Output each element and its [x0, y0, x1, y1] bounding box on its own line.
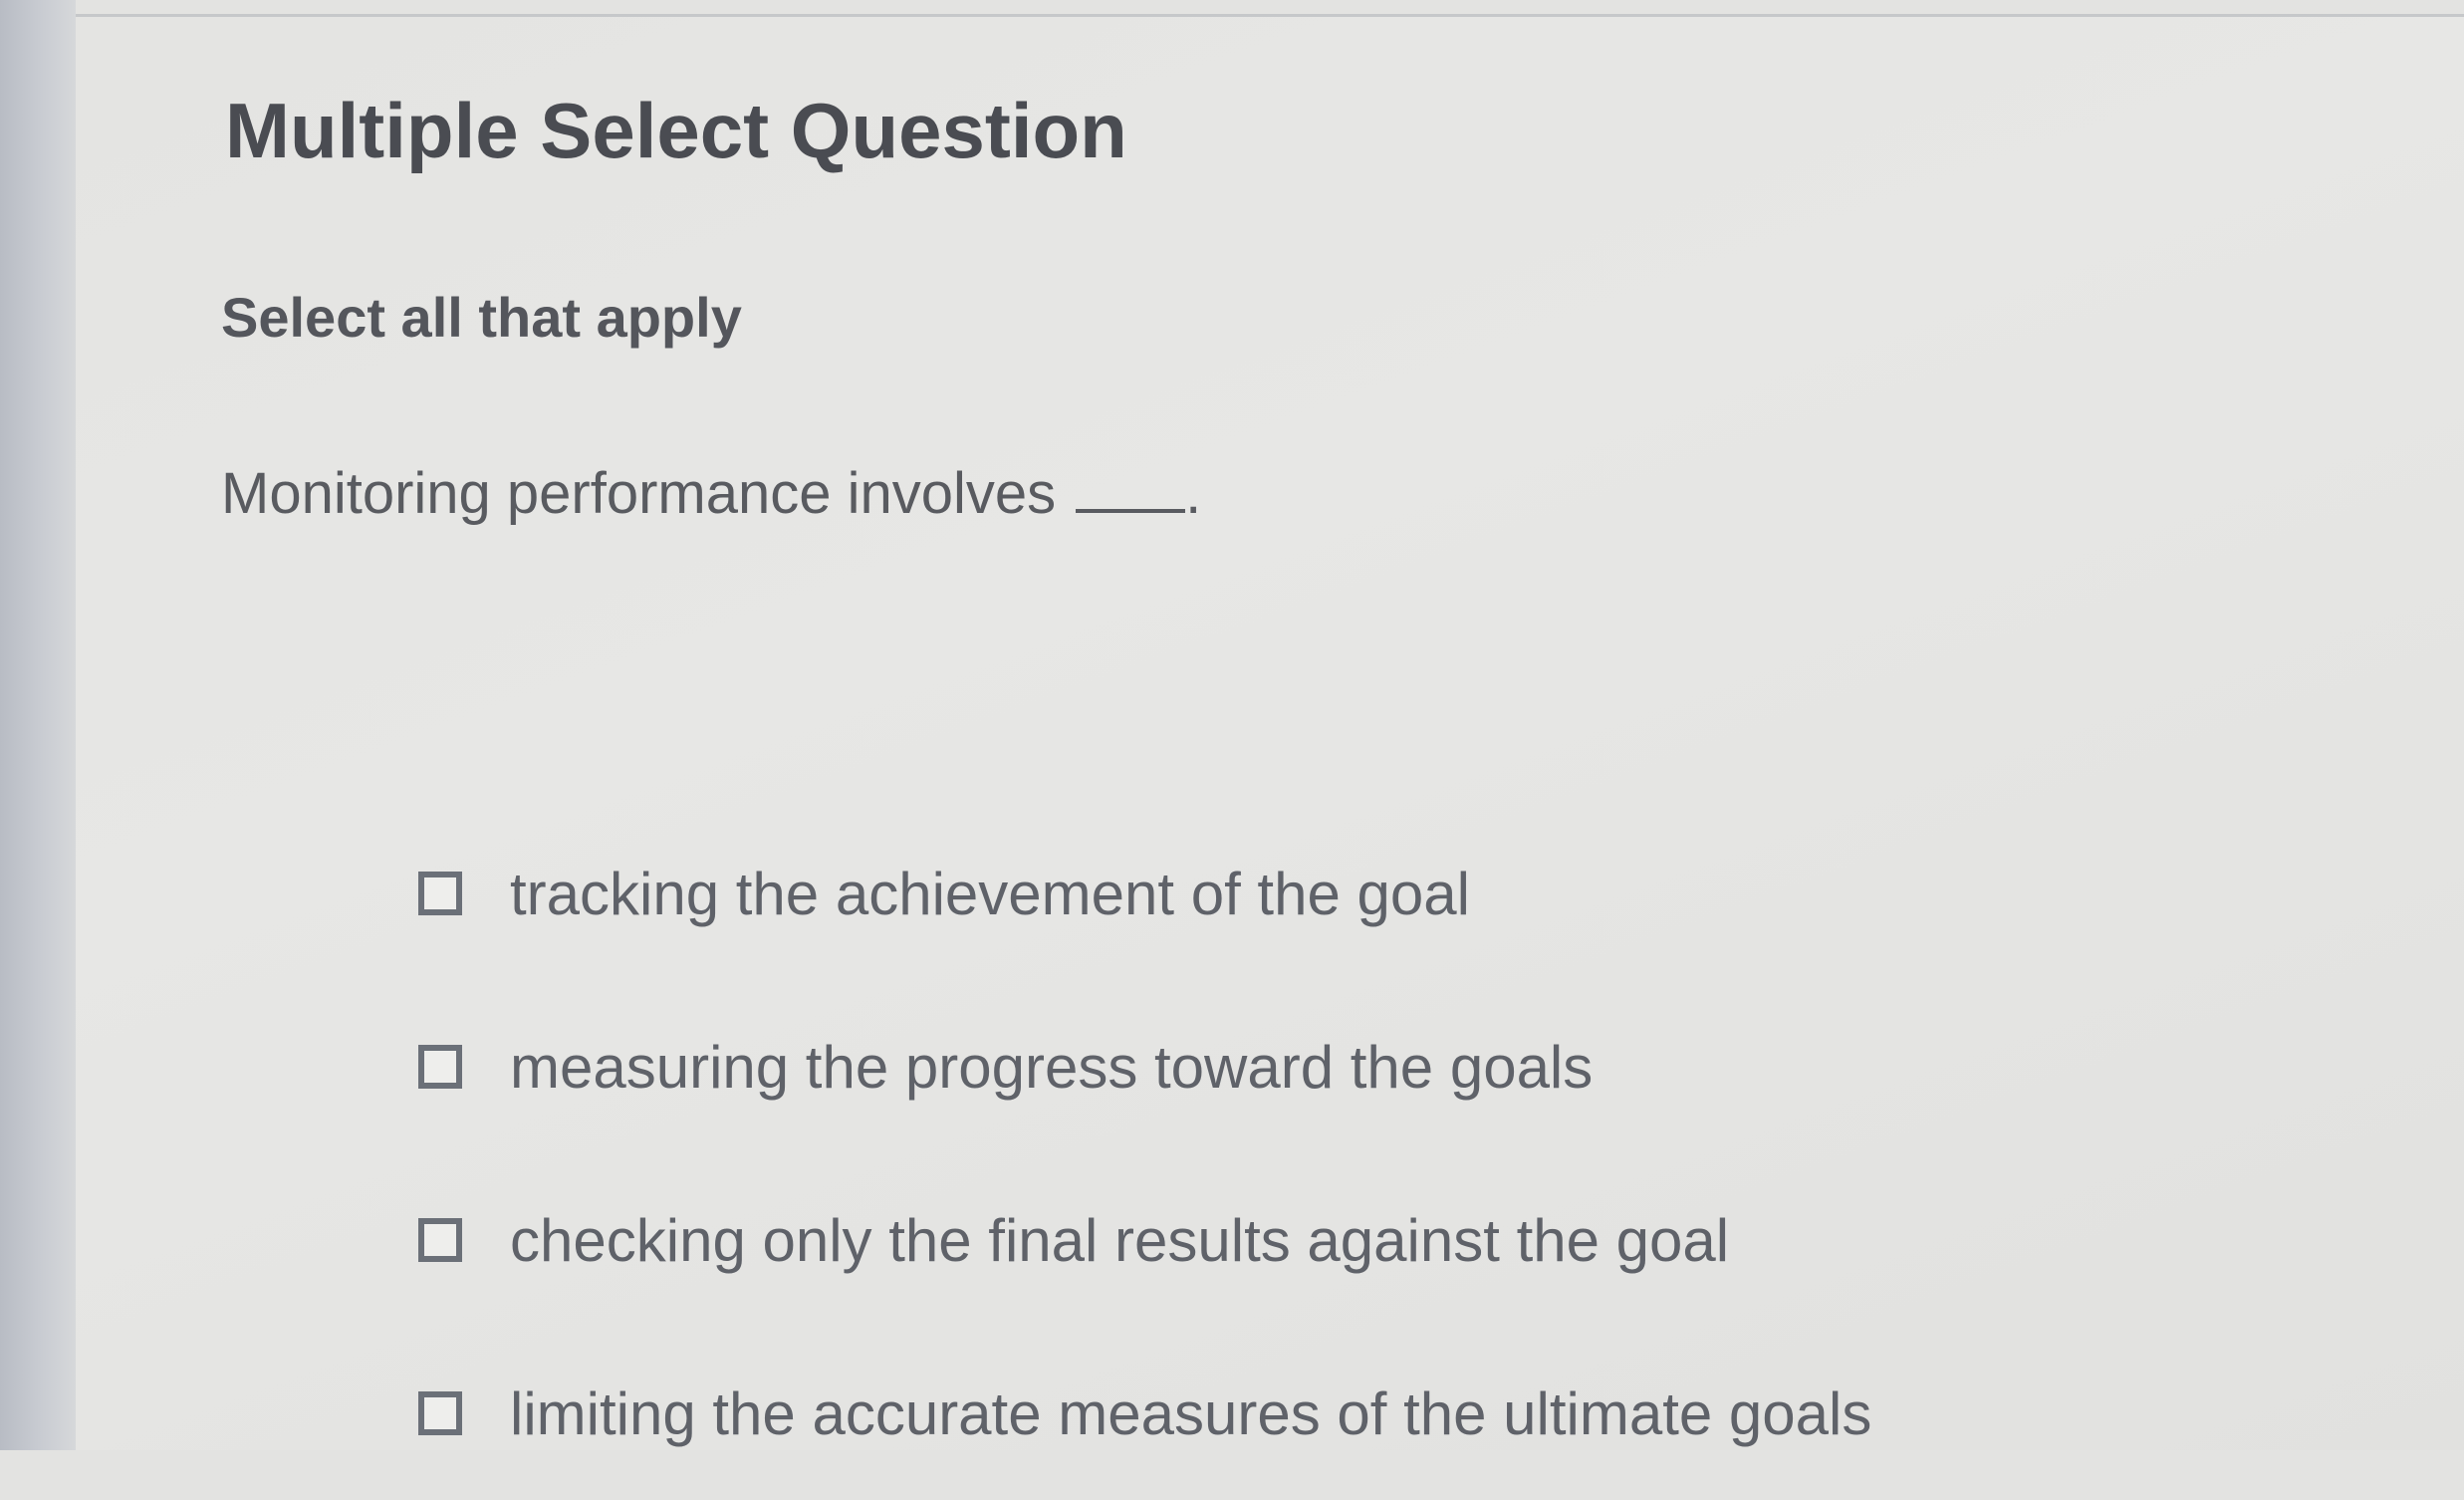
answer-options-list: tracking the achievement of the goal mea…: [418, 807, 1871, 1500]
answer-option[interactable]: limiting the accurate measures of the ul…: [418, 1327, 1871, 1500]
answer-option-label: checking only the final results against …: [510, 1206, 1730, 1274]
answer-blank: [1076, 509, 1186, 513]
question-prompt-text: Monitoring performance involves: [221, 461, 1057, 526]
checkbox[interactable]: [418, 1045, 462, 1089]
checkbox[interactable]: [418, 1218, 462, 1262]
answer-option-label: limiting the accurate measures of the ul…: [510, 1379, 1872, 1447]
answer-option[interactable]: tracking the achievement of the goal: [418, 807, 1871, 980]
question-prompt: Monitoring performance involves.: [221, 460, 1201, 527]
answer-option-label: tracking the achievement of the goal: [510, 860, 1470, 927]
answer-option[interactable]: checking only the final results against …: [418, 1153, 1871, 1327]
checkbox[interactable]: [418, 872, 462, 915]
left-edge-rail: [0, 0, 76, 1450]
checkbox[interactable]: [418, 1391, 462, 1435]
question-type-heading: Multiple Select Question: [225, 87, 1127, 174]
question-prompt-end: .: [1185, 461, 1202, 526]
answer-option-label: measuring the progress toward the goals: [510, 1033, 1594, 1101]
answer-option[interactable]: measuring the progress toward the goals: [418, 980, 1871, 1153]
instruction-text: Select all that apply: [221, 286, 742, 349]
